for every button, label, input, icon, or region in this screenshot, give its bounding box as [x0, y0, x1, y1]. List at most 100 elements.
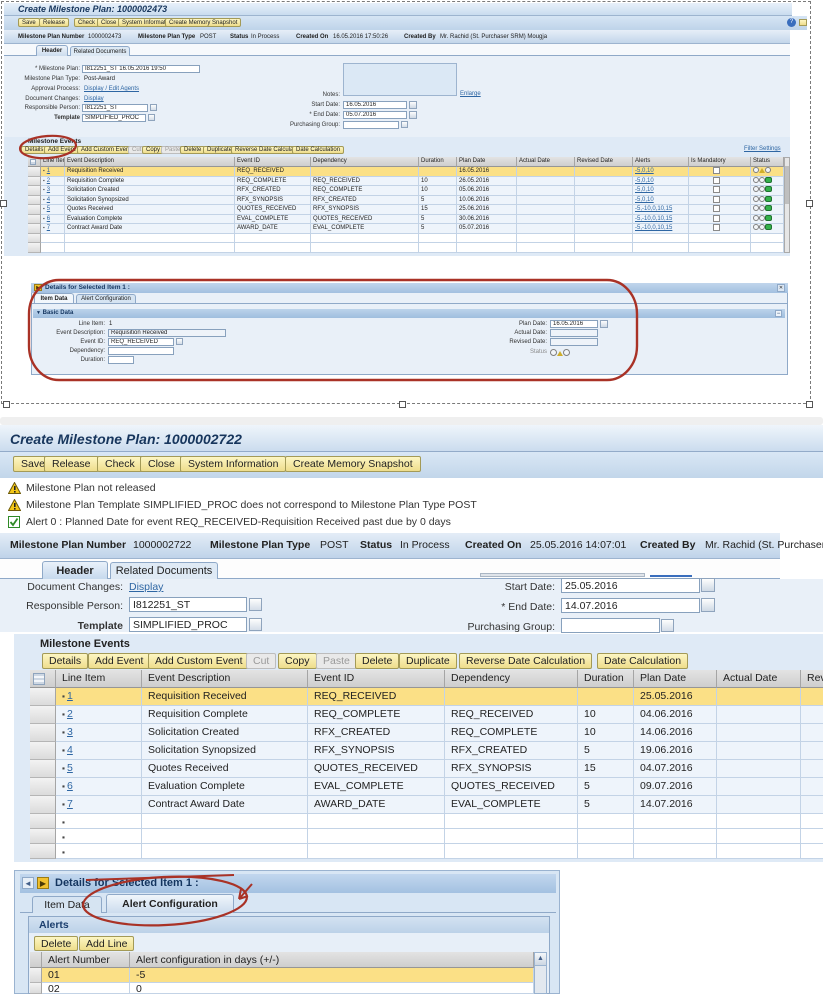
- duration-cell[interactable]: 10: [578, 724, 634, 742]
- resize-handle-right-center[interactable]: [806, 200, 813, 207]
- line-item-link[interactable]: 6: [67, 780, 73, 792]
- plan-date-cell[interactable]: 09.07.2016: [634, 778, 717, 796]
- col-alert-number[interactable]: Alert Number: [42, 952, 130, 968]
- col-line-item[interactable]: Line Item: [56, 670, 142, 688]
- start-date-input[interactable]: 25.05.2016: [561, 578, 700, 593]
- create-memory-snapshot-button[interactable]: Create Memory Snapshot: [285, 456, 421, 472]
- line-item-link[interactable]: 4: [67, 744, 73, 756]
- revised-date-cell[interactable]: [801, 706, 823, 724]
- resize-handle-bottom-left[interactable]: [3, 401, 10, 408]
- delete-button[interactable]: Delete: [355, 653, 399, 669]
- paste-button[interactable]: Paste: [316, 653, 357, 669]
- dependency-cell[interactable]: REQ_RECEIVED: [445, 706, 578, 724]
- check-button[interactable]: Check: [97, 456, 143, 472]
- document-changes-link[interactable]: Display: [129, 581, 163, 593]
- revised-date-cell[interactable]: [801, 724, 823, 742]
- expand-right-icon[interactable]: ▶: [37, 877, 49, 889]
- row-selector[interactable]: [30, 742, 56, 760]
- responsible-person-input[interactable]: I812251_ST: [129, 597, 247, 612]
- actual-date-cell[interactable]: [717, 688, 801, 706]
- col-dependency[interactable]: Dependency: [445, 670, 578, 688]
- clipped-scrollbar[interactable]: [480, 573, 645, 577]
- system-information-button[interactable]: System Information: [180, 456, 286, 472]
- dependency-cell[interactable]: RFX_CREATED: [445, 742, 578, 760]
- details-button[interactable]: Details: [42, 653, 88, 669]
- event-id-cell[interactable]: EVAL_COMPLETE: [308, 778, 445, 796]
- value-help-icon[interactable]: [249, 598, 262, 611]
- tab-item-data[interactable]: Item Data: [32, 896, 102, 913]
- plan-date-cell[interactable]: 14.07.2016: [634, 796, 717, 814]
- duration-cell[interactable]: 5: [578, 796, 634, 814]
- row-selector[interactable]: [30, 724, 56, 742]
- delete-button[interactable]: Delete: [34, 936, 78, 951]
- event-description-cell[interactable]: Requisition Complete: [142, 706, 308, 724]
- add-custom-event-button[interactable]: Add Custom Event: [148, 653, 250, 669]
- resize-handle-bottom-center[interactable]: [399, 401, 406, 408]
- dependency-cell[interactable]: EVAL_COMPLETE: [445, 796, 578, 814]
- row-selector[interactable]: [30, 829, 56, 844]
- select-all-cell[interactable]: [30, 952, 42, 968]
- col-event-id[interactable]: Event ID: [308, 670, 445, 688]
- nav-left-icon[interactable]: ◄: [22, 877, 34, 889]
- row-selector[interactable]: [30, 983, 42, 994]
- purchasing-group-input[interactable]: [561, 618, 660, 633]
- event-description-cell[interactable]: Solicitation Synopsized: [142, 742, 308, 760]
- event-id-cell[interactable]: AWARD_DATE: [308, 796, 445, 814]
- copy-button[interactable]: Copy: [278, 653, 317, 669]
- col-plan-date[interactable]: Plan Date: [634, 670, 717, 688]
- event-id-cell[interactable]: REQ_RECEIVED: [308, 688, 445, 706]
- tab-header[interactable]: Header: [42, 561, 108, 579]
- actual-date-cell[interactable]: [717, 796, 801, 814]
- actual-date-cell[interactable]: [717, 742, 801, 760]
- plan-date-cell[interactable]: 04.06.2016: [634, 706, 717, 724]
- date-cal­culation-button[interactable]: Date Calculation: [597, 653, 688, 669]
- event-id-cell[interactable]: QUOTES_RECEIVED: [308, 760, 445, 778]
- alert-config-cell[interactable]: -5: [130, 968, 534, 983]
- plan-date-cell[interactable]: 14.06.2016: [634, 724, 717, 742]
- value-help-icon[interactable]: [661, 619, 674, 632]
- row-selector[interactable]: [30, 760, 56, 778]
- col-event-description[interactable]: Event Description: [142, 670, 308, 688]
- end-date-input[interactable]: 14.07.2016: [561, 598, 700, 613]
- row-selector[interactable]: [30, 706, 56, 724]
- event-id-cell[interactable]: RFX_SYNOPSIS: [308, 742, 445, 760]
- alert-number-cell[interactable]: 02: [42, 983, 130, 994]
- plan-date-cell[interactable]: 04.07.2016: [634, 760, 717, 778]
- reverse-date-calculation-button[interactable]: Reverse Date Calculation: [459, 653, 592, 669]
- scroll-up-icon[interactable]: ▲: [535, 953, 546, 966]
- vertical-scrollbar[interactable]: ▲: [534, 952, 547, 994]
- resize-handle-left-center[interactable]: [0, 200, 7, 207]
- actual-date-cell[interactable]: [717, 724, 801, 742]
- row-selector[interactable]: [30, 796, 56, 814]
- plan-date-cell[interactable]: 25.05.2016: [634, 688, 717, 706]
- row-selector[interactable]: [30, 814, 56, 829]
- line-item-link[interactable]: 7: [67, 798, 73, 810]
- calendar-icon[interactable]: [701, 598, 715, 612]
- col-alert-config[interactable]: Alert configuration in days (+/-): [130, 952, 534, 968]
- event-id-cell[interactable]: REQ_COMPLETE: [308, 706, 445, 724]
- row-selector[interactable]: [30, 778, 56, 796]
- duration-cell[interactable]: 10: [578, 706, 634, 724]
- resize-handle-bottom-right[interactable]: [806, 401, 813, 408]
- tab-alert-configuration[interactable]: Alert Configuration: [106, 894, 234, 913]
- value-help-icon[interactable]: [249, 618, 262, 631]
- row-selector[interactable]: [30, 688, 56, 706]
- add-event-button[interactable]: Add Event: [88, 653, 150, 669]
- dependency-cell[interactable]: QUOTES_RECEIVED: [445, 778, 578, 796]
- duration-cell[interactable]: 5: [578, 778, 634, 796]
- dependency-cell[interactable]: REQ_COMPLETE: [445, 724, 578, 742]
- revised-date-cell[interactable]: [801, 688, 823, 706]
- duration-cell[interactable]: [578, 688, 634, 706]
- tab-related-documents[interactable]: Related Documents: [110, 562, 218, 579]
- dependency-cell[interactable]: [445, 688, 578, 706]
- col-actual-date[interactable]: Actual Date: [717, 670, 801, 688]
- revised-date-cell[interactable]: [801, 760, 823, 778]
- duration-cell[interactable]: 5: [578, 742, 634, 760]
- line-item-link[interactable]: 1: [67, 690, 73, 702]
- row-selector[interactable]: [30, 968, 42, 983]
- template-input[interactable]: SIMPLIFIED_PROC: [129, 617, 247, 632]
- cut-button[interactable]: Cut: [246, 653, 276, 669]
- revised-date-cell[interactable]: [801, 778, 823, 796]
- col-revised-date[interactable]: Revis: [801, 670, 823, 688]
- duplicate-button[interactable]: Duplicate: [399, 653, 457, 669]
